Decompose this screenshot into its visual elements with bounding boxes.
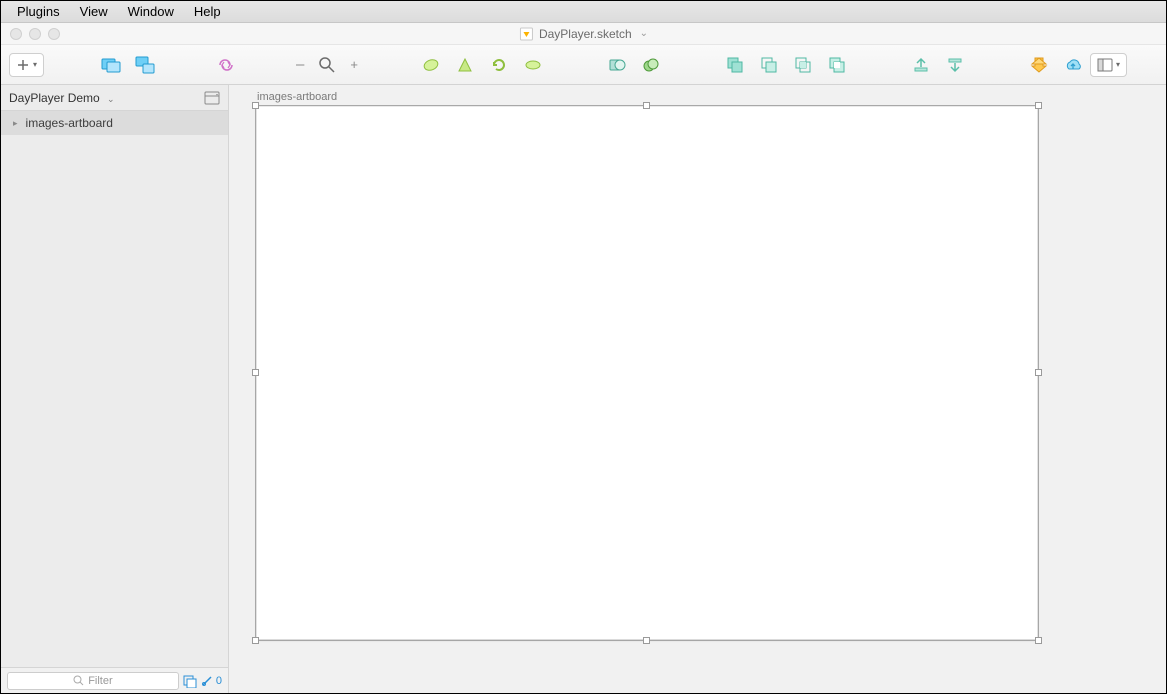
resize-handle-ne[interactable]	[1035, 102, 1042, 109]
resize-handle-n[interactable]	[643, 102, 650, 109]
edit-tools	[414, 53, 550, 77]
resize-handle-nw[interactable]	[252, 102, 259, 109]
document-title[interactable]: DayPlayer.sketch ⌄	[519, 27, 648, 41]
forward-button[interactable]	[909, 53, 933, 77]
dropdown-arrow-icon: ▾	[1116, 60, 1120, 69]
zoom-button[interactable]	[315, 53, 339, 77]
sketch-doc-icon	[519, 27, 533, 41]
cloud-tools	[1022, 53, 1090, 77]
menu-window[interactable]: Window	[118, 1, 184, 22]
toolbar: ▾ – +	[1, 45, 1166, 85]
layer-row[interactable]: ▸ images-artboard	[1, 111, 228, 135]
close-window-button[interactable]	[10, 28, 22, 40]
edit-shape-button[interactable]	[419, 53, 443, 77]
menu-help[interactable]: Help	[184, 1, 231, 22]
pages-list-button[interactable]	[204, 91, 220, 105]
flatten-button[interactable]	[521, 53, 545, 77]
artboard-label[interactable]: images-artboard	[257, 91, 337, 103]
zoom-controls: – +	[290, 53, 364, 77]
union-button[interactable]	[723, 53, 747, 77]
dropdown-arrow-icon: ▾	[33, 60, 37, 69]
slice-count: 0	[216, 675, 222, 687]
menu-label: Window	[128, 4, 174, 19]
resize-handle-se[interactable]	[1035, 637, 1042, 644]
menu-plugins[interactable]: Plugins	[7, 1, 70, 22]
knife-icon	[201, 675, 213, 687]
backward-button[interactable]	[943, 53, 967, 77]
resize-handle-sw[interactable]	[252, 637, 259, 644]
layer-list: ▸ images-artboard	[1, 111, 228, 667]
symbol-icon	[217, 57, 235, 73]
menubar: Plugins View Window Help	[1, 1, 1166, 23]
rotate-button[interactable]	[487, 53, 511, 77]
sidebar-footer: Filter 0	[1, 667, 228, 693]
insert-button[interactable]: ▾	[9, 53, 44, 77]
transform-button[interactable]	[453, 53, 477, 77]
page-selector[interactable]: DayPlayer Demo ⌄	[1, 85, 228, 111]
magnifier-icon	[318, 56, 336, 74]
intersect-button[interactable]	[791, 53, 815, 77]
titlebar: DayPlayer.sketch ⌄	[1, 23, 1166, 45]
disclosure-triangle-icon[interactable]: ▸	[13, 118, 18, 129]
scale-button[interactable]	[639, 53, 663, 77]
menu-label: Plugins	[17, 4, 60, 19]
slice-filter-button[interactable]: 0	[201, 675, 222, 687]
group-ungroup	[94, 53, 162, 77]
canvas[interactable]: images-artboard	[229, 85, 1166, 693]
resize-handle-w[interactable]	[252, 369, 259, 376]
menu-label: Help	[194, 4, 221, 19]
mirror-button[interactable]	[1027, 53, 1051, 77]
mask-tools	[600, 53, 668, 77]
arrange-tools	[904, 53, 972, 77]
page-name: DayPlayer Demo	[9, 91, 100, 105]
ungroup-button[interactable]	[133, 53, 157, 77]
group-icon	[101, 56, 121, 74]
layer-name: images-artboard	[26, 116, 113, 130]
view-button[interactable]: ▾	[1090, 53, 1127, 77]
ungroup-icon	[135, 56, 155, 74]
group-button[interactable]	[99, 53, 123, 77]
document-title-text: DayPlayer.sketch	[539, 27, 632, 41]
create-symbol-button[interactable]	[217, 53, 235, 77]
resize-handle-e[interactable]	[1035, 369, 1042, 376]
zoom-window-button[interactable]	[48, 28, 60, 40]
chevron-down-icon: ⌄	[107, 94, 115, 104]
minimize-window-button[interactable]	[29, 28, 41, 40]
resize-handle-s[interactable]	[643, 637, 650, 644]
filter-placeholder: Filter	[88, 675, 112, 687]
cloud-button[interactable]	[1061, 53, 1085, 77]
panel-icon	[1097, 58, 1113, 72]
chevron-down-icon: ⌄	[640, 28, 648, 39]
menu-view[interactable]: View	[70, 1, 118, 22]
traffic-lights	[1, 28, 60, 40]
mirror-filter-button[interactable]	[183, 674, 197, 688]
subtract-button[interactable]	[757, 53, 781, 77]
zoom-out-button[interactable]: –	[290, 56, 310, 73]
menu-label: View	[80, 4, 108, 19]
difference-button[interactable]	[825, 53, 849, 77]
boolean-tools	[718, 53, 854, 77]
zoom-in-button[interactable]: +	[344, 57, 364, 72]
selection-box	[255, 105, 1039, 641]
layers-sidebar: DayPlayer Demo ⌄ ▸ images-artboard Filte…	[1, 85, 229, 693]
mask-button[interactable]	[605, 53, 629, 77]
search-icon	[73, 675, 84, 686]
filter-input[interactable]: Filter	[7, 672, 179, 690]
plus-icon	[16, 58, 30, 72]
